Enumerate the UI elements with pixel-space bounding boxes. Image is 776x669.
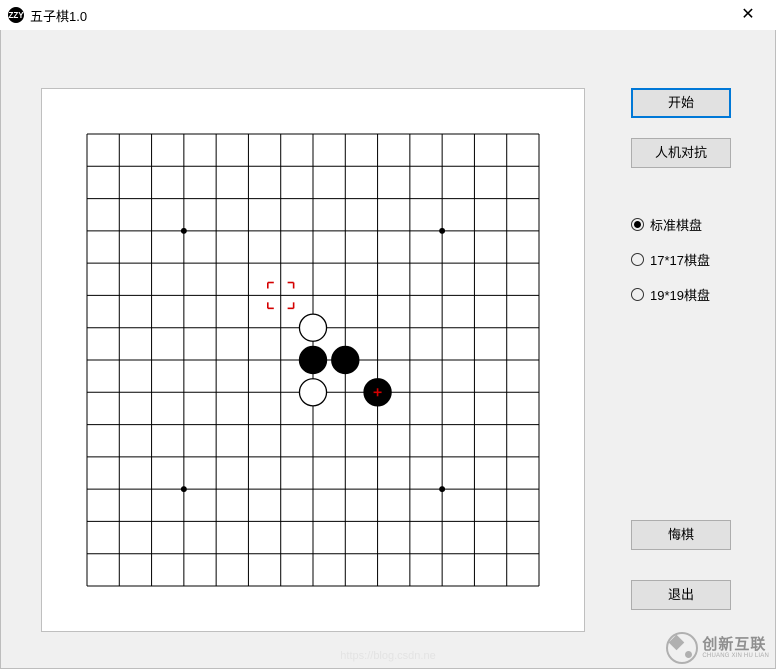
brand-logo-icon [666, 632, 698, 664]
brand-logo-cn: 创新互联 [702, 637, 769, 653]
window-title: 五子棋1.0 [30, 6, 87, 25]
radio-label: 17*17棋盘 [650, 250, 710, 269]
brand-logo: 创新互联 CHUANG XIN HU LIAN [666, 632, 769, 664]
brand-logo-en: CHUANG XIN HU LIAN [702, 653, 769, 659]
bottom-buttons: 悔棋 退出 [631, 520, 741, 640]
close-icon[interactable]: ✕ [728, 0, 768, 30]
quit-button[interactable]: 退出 [631, 580, 731, 610]
radio-standard[interactable]: 标准棋盘 [631, 214, 741, 234]
app-icon: ZZY [8, 7, 24, 23]
brand-logo-text: 创新互联 CHUANG XIN HU LIAN [702, 637, 769, 659]
radio-17[interactable]: 17*17棋盘 [631, 249, 741, 269]
stone [299, 314, 326, 341]
board-size-radio-group: 标准棋盘 17*17棋盘 19*19棋盘 [631, 214, 741, 304]
radio-label: 标准棋盘 [650, 215, 702, 234]
stone [299, 379, 326, 406]
title-bar: ZZY 五子棋1.0 ✕ [0, 0, 776, 31]
watermark-text: https://blog.csdn.ne [340, 650, 435, 662]
radio-icon [631, 253, 644, 266]
radio-icon [631, 288, 644, 301]
radio-19[interactable]: 19*19棋盘 [631, 284, 741, 304]
controls-panel: 开始 人机对抗 标准棋盘 17*17棋盘 19*19棋盘 [631, 88, 741, 319]
start-button[interactable]: 开始 [631, 88, 731, 118]
stone [299, 346, 326, 373]
undo-button[interactable]: 悔棋 [631, 520, 731, 550]
stone [332, 346, 359, 373]
mode-button[interactable]: 人机对抗 [631, 138, 731, 168]
client-area: 开始 人机对抗 标准棋盘 17*17棋盘 19*19棋盘 悔棋 退出 https… [0, 30, 776, 669]
board-panel [41, 88, 585, 632]
radio-label: 19*19棋盘 [650, 285, 710, 304]
gomoku-board[interactable] [42, 89, 584, 631]
radio-icon [631, 218, 644, 231]
